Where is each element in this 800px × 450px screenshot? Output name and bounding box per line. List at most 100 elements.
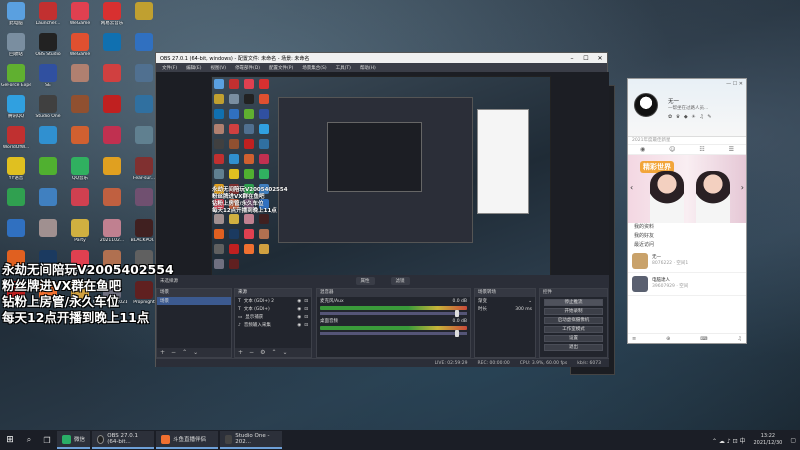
stop-streaming-button[interactable]: 停止推流 [544,299,603,306]
desktop-icon[interactable]: 2021102... [96,217,128,248]
avatar[interactable] [634,93,658,117]
chat-window-controls[interactable]: — ☐ ✕ [726,81,743,87]
minimize-button[interactable]: – [565,55,579,62]
desktop-icon[interactable] [0,186,32,217]
taskbar-app[interactable]: Studio One - 202... [220,431,283,449]
up-icon[interactable]: ⌃ [182,349,187,356]
desktop-icon[interactable] [96,186,128,217]
close-button[interactable]: ✕ [593,55,607,62]
desktop-icon[interactable]: GeForce Experience [0,62,32,93]
source-item[interactable]: T 文本 (GDI+) 2 ◉ ⊡ [235,297,311,305]
obs-window[interactable]: OBS 27.0.1 (64-bit, windows) - 配置文件: 未命名… [155,52,609,367]
maximize-button[interactable]: ☐ [579,55,593,62]
desktop-icon[interactable] [96,62,128,93]
desktop-icon[interactable] [32,217,64,248]
desktop-icon[interactable]: SE [32,62,64,93]
lock-icon[interactable]: ⊡ [304,307,308,312]
desktop-icon[interactable] [0,217,32,248]
notification-icon[interactable]: ▢ [790,437,796,444]
search-icon[interactable]: ⌕ [20,435,38,445]
chat-window[interactable]: — ☐ ✕ 无一 一帮坐在过路人员... ✿ ♛ ◆ ☀ ♫ ✎ 2021年度最… [627,78,747,344]
main-menu-icon[interactable]: ≡ [632,336,636,342]
desktop-icon[interactable] [96,93,128,124]
exit-button[interactable]: 退出 [544,344,603,351]
desktop-icon[interactable]: WorldOfW... [0,124,32,155]
eye-icon[interactable]: ◉ [297,307,301,312]
desktop-icon[interactable] [128,0,160,31]
remove-icon[interactable]: − [171,349,176,356]
lock-icon[interactable]: ⊡ [304,323,308,328]
desktop-icon[interactable] [32,155,64,186]
list-item[interactable]: 我的好友 [628,232,746,241]
menu-scene-collection[interactable]: 场景集合(S) [302,65,326,71]
add-icon[interactable]: ⊕ [666,336,670,342]
eye-icon[interactable]: ◉ [297,323,301,328]
desktop-icon[interactable] [32,186,64,217]
desktop-icon[interactable]: Party [64,217,96,248]
source-item[interactable]: ▭ 显示捕获 ◉ ⊡ [235,313,311,321]
messages-icon[interactable]: ◉ [640,146,645,153]
up-icon[interactable]: ⌃ [271,349,276,356]
contact-item[interactable]: 无一 8076222 · 空间1 [628,250,746,273]
desktop-icon[interactable] [64,62,96,93]
menu-view[interactable]: 视图(V) [210,65,226,71]
menu-tools[interactable]: 工具(T) [336,65,351,71]
desktop-icon[interactable] [32,124,64,155]
menu-help[interactable]: 帮助(H) [360,65,376,71]
groups-icon[interactable]: ☷ [699,146,704,153]
settings-button[interactable]: 设置 [544,335,603,342]
desktop-icon[interactable] [64,93,96,124]
lock-icon[interactable]: ⊡ [304,299,308,304]
eye-icon[interactable]: ◉ [297,315,301,320]
menu-profile[interactable]: 配置文件(P) [269,65,293,71]
list-item[interactable]: 我的资料 [628,223,746,232]
eye-icon[interactable]: ◉ [297,299,301,304]
desktop-icon[interactable]: YY语音 [0,155,32,186]
start-button[interactable]: ⊞ [0,435,20,445]
source-item[interactable]: ♪ 音频输入采集 ◉ ⊡ [235,321,311,329]
desktop-icon[interactable] [96,31,128,62]
menu-docks[interactable]: 停靠部件(D) [235,65,260,71]
duration-input[interactable]: 300 ms [515,307,532,312]
taskbar-app[interactable]: 微信 [57,431,91,449]
filters-button[interactable]: 滤镜 [390,276,410,285]
obs-titlebar[interactable]: OBS 27.0.1 (64-bit, windows) - 配置文件: 未命名… [156,53,607,63]
clock[interactable]: 13:22 2021/12/30 [750,433,787,447]
taskbar-app[interactable]: 斗鱼直播伴侣 [156,431,219,449]
chevron-left-icon[interactable]: ‹ [630,183,633,192]
keyboard-icon[interactable]: ⌨ [700,336,707,342]
volume-slider[interactable] [320,330,467,337]
desktop-icon[interactable]: Studio One [32,93,64,124]
desktop-icon[interactable] [64,124,96,155]
desktop-icon[interactable]: QQ音乐 [64,155,96,186]
chat-signature[interactable]: 一帮坐在过路人员... [668,105,708,111]
properties-button[interactable]: 属性 [355,276,375,285]
status-icons[interactable]: ✿ ♛ ◆ ☀ ♫ ✎ [668,114,713,120]
chat-search[interactable]: 2021年度最佳新星 [628,137,746,145]
desktop-icon[interactable]: 腾讯QQ [0,93,32,124]
desktop-icon[interactable]: 网易云音乐 [96,0,128,31]
desktop-icon[interactable]: Launcher... [32,0,64,31]
down-icon[interactable]: ⌄ [193,349,198,356]
contacts-icon[interactable]: ☺ [669,146,675,153]
desktop-icon[interactable] [96,155,128,186]
list-item[interactable]: 最近访问 [628,241,746,250]
desktop-icon[interactable]: WeGame [64,31,96,62]
menu-edit[interactable]: 编辑(E) [186,65,201,71]
taskbar-app[interactable]: OBS 27.0.1 (64-bit... [92,431,155,449]
desktop-icon[interactable] [64,186,96,217]
transition-select[interactable]: 渐变 ⌄ [475,297,535,305]
gear-icon[interactable]: ⚙ [260,349,265,356]
tray-icons[interactable]: ⌃ ☁ ♪ ⊡ 中 [712,436,746,445]
desktop-icon[interactable]: WeGame [64,0,96,31]
remove-icon[interactable]: − [249,349,254,356]
virtual-camera-button[interactable]: 启动虚拟摄像机 [544,317,603,324]
desktop-icon[interactable]: OBS Studio [32,31,64,62]
source-item[interactable]: T 文本 (GDI+) ◉ ⊡ [235,305,311,313]
desktop-icon[interactable]: 回收站 [0,31,32,62]
music-icon[interactable]: ♫ [737,336,741,342]
add-icon[interactable]: + [160,349,165,356]
menu-file[interactable]: 文件(F) [162,65,177,71]
down-icon[interactable]: ⌄ [282,349,287,356]
menu-icon[interactable]: ☰ [729,146,734,153]
